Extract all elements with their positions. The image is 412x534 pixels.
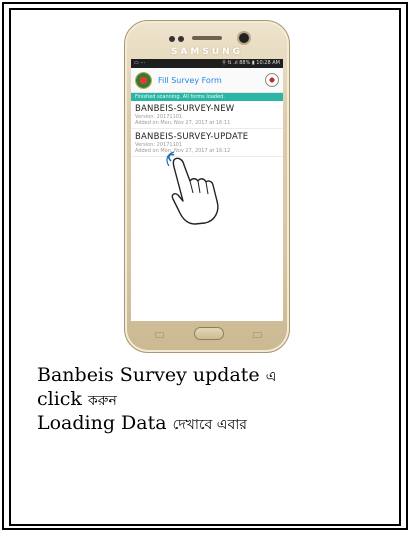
phone-screen: ▭ ⋯ ⚲ ⇅ .ıl 88% ▮ 10:28 AM Fill Survey F… [131, 59, 283, 321]
form-list-item[interactable]: BANBEIS-SURVEY-NEW Version: 20171101 Add… [131, 101, 283, 129]
caption-text-bn: করুন [88, 393, 117, 409]
caption-line: Loading Data দেখাবে এবার [37, 412, 392, 436]
caption-text-en: Banbeis Survey update [37, 364, 260, 386]
app-title: Fill Survey Form [158, 75, 222, 85]
earpiece-speaker [192, 36, 222, 40]
caption-text-en: Loading Data [37, 412, 167, 434]
back-key-icon[interactable] [253, 332, 262, 338]
govt-emblem-icon [265, 73, 279, 87]
form-name: BANBEIS-SURVEY-NEW [135, 104, 235, 114]
app-bar: Fill Survey Form [131, 68, 283, 93]
sensor-icon [169, 36, 175, 42]
caption-line: Banbeis Survey update এ [37, 364, 392, 388]
sensor-icon [178, 36, 184, 42]
instruction-caption: Banbeis Survey update এ click করুন Loadi… [37, 364, 392, 436]
caption-text-bn: এ [265, 369, 277, 385]
recent-apps-key-icon[interactable] [155, 332, 164, 338]
status-bar-left: ▭ ⋯ [134, 60, 146, 66]
caption-text-en: click [37, 388, 82, 410]
caption-text-bn: দেখাবে এবার [172, 417, 247, 433]
form-added-date: Added on Mon, Nov 27, 2017 at 16:11 [135, 120, 231, 126]
status-bar: ▭ ⋯ ⚲ ⇅ .ıl 88% ▮ 10:28 AM [131, 59, 283, 68]
status-bar-right: ⚲ ⇅ .ıl 88% ▮ 10:28 AM [222, 60, 280, 66]
tapping-hand-icon [166, 151, 219, 225]
home-button[interactable] [194, 327, 224, 340]
app-logo-icon [135, 71, 152, 89]
phone-device: SAMSUNG ▭ ⋯ ⚲ ⇅ .ıl 88% ▮ 10:28 AM Fill … [124, 20, 290, 353]
form-name: BANBEIS-SURVEY-UPDATE [135, 132, 249, 142]
front-camera-icon [239, 33, 249, 43]
caption-line: click করুন [37, 388, 392, 412]
info-banner: Finished scanning. All forms loaded. [131, 93, 283, 101]
phone-brand-label: SAMSUNG [170, 47, 244, 57]
